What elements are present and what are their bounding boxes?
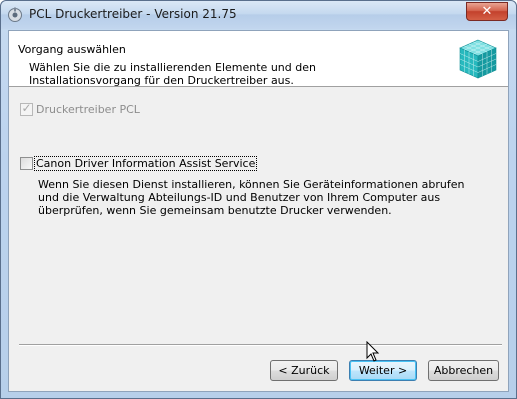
window-title: PCL Druckertreiber - Version 21.75 [29, 7, 237, 21]
printer-driver-checkbox[interactable]: ✓ [20, 101, 33, 116]
back-button[interactable]: < Zurück [270, 360, 338, 381]
title-bar[interactable]: PCL Druckertreiber - Version 21.75 ✕ [1, 1, 516, 29]
dialog-body: Vorgang auswählen Wählen Sie die zu inst… [8, 30, 509, 392]
printer-driver-label: Druckertreiber PCL [36, 103, 140, 116]
assist-service-description: Wenn Sie diesen Dienst installieren, kön… [38, 178, 465, 217]
wizard-header: Vorgang auswählen Wählen Sie die zu inst… [9, 31, 508, 87]
close-button[interactable]: ✕ [466, 2, 508, 21]
installer-cube-icon [459, 39, 497, 79]
assist-service-label[interactable]: Canon Driver Information Assist Service [33, 156, 258, 171]
setup-app-icon [8, 7, 22, 22]
assist-service-checkbox[interactable] [20, 157, 33, 170]
footer-divider [19, 344, 502, 346]
checkmark-icon: ✓ [21, 101, 32, 115]
next-button[interactable]: Weiter > [349, 360, 417, 381]
mouse-cursor-icon [366, 341, 380, 362]
step-description: Wählen Sie die zu installierenden Elemen… [29, 61, 316, 87]
close-icon: ✕ [481, 4, 493, 19]
cancel-button[interactable]: Abbrechen [428, 360, 499, 381]
installer-window: PCL Druckertreiber - Version 21.75 ✕ Vor… [0, 0, 517, 399]
step-title: Vorgang auswählen [18, 43, 126, 56]
